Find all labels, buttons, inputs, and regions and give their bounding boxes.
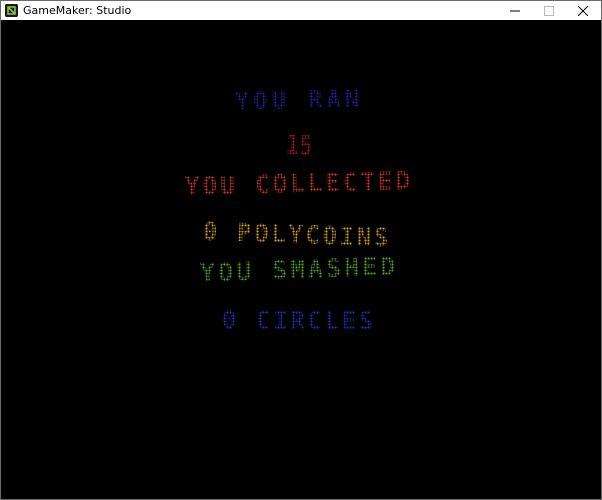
close-button[interactable] [566,1,600,20]
game-canvas[interactable]: YOU RAN 15 YOU COLLECTED 0 POLYCOINS YOU… [1,20,601,499]
text-you-collected: YOU COLLECTED [185,166,414,201]
maximize-icon [544,5,554,16]
text-you-smashed: YOU SMASHED [200,252,399,288]
game-window: GameMaker: Studio YOU RAN 15 YOU COLLECT… [0,0,602,500]
text-ran-count: 15 [285,131,314,162]
close-icon [578,5,588,16]
text-you-ran: YOU RAN [235,85,363,115]
minimize-button[interactable] [498,1,532,20]
text-circles: 0 CIRCLES [222,305,376,335]
text-polycoins: 0 POLYCOINS [203,217,392,253]
maximize-button[interactable] [532,1,566,20]
game-scene: YOU RAN 15 YOU COLLECTED 0 POLYCOINS YOU… [185,85,414,336]
title-bar[interactable]: GameMaker: Studio [1,1,601,20]
window-title: GameMaker: Studio [23,4,132,17]
gamemaker-app-icon [5,4,18,17]
minimize-icon [510,10,520,11]
